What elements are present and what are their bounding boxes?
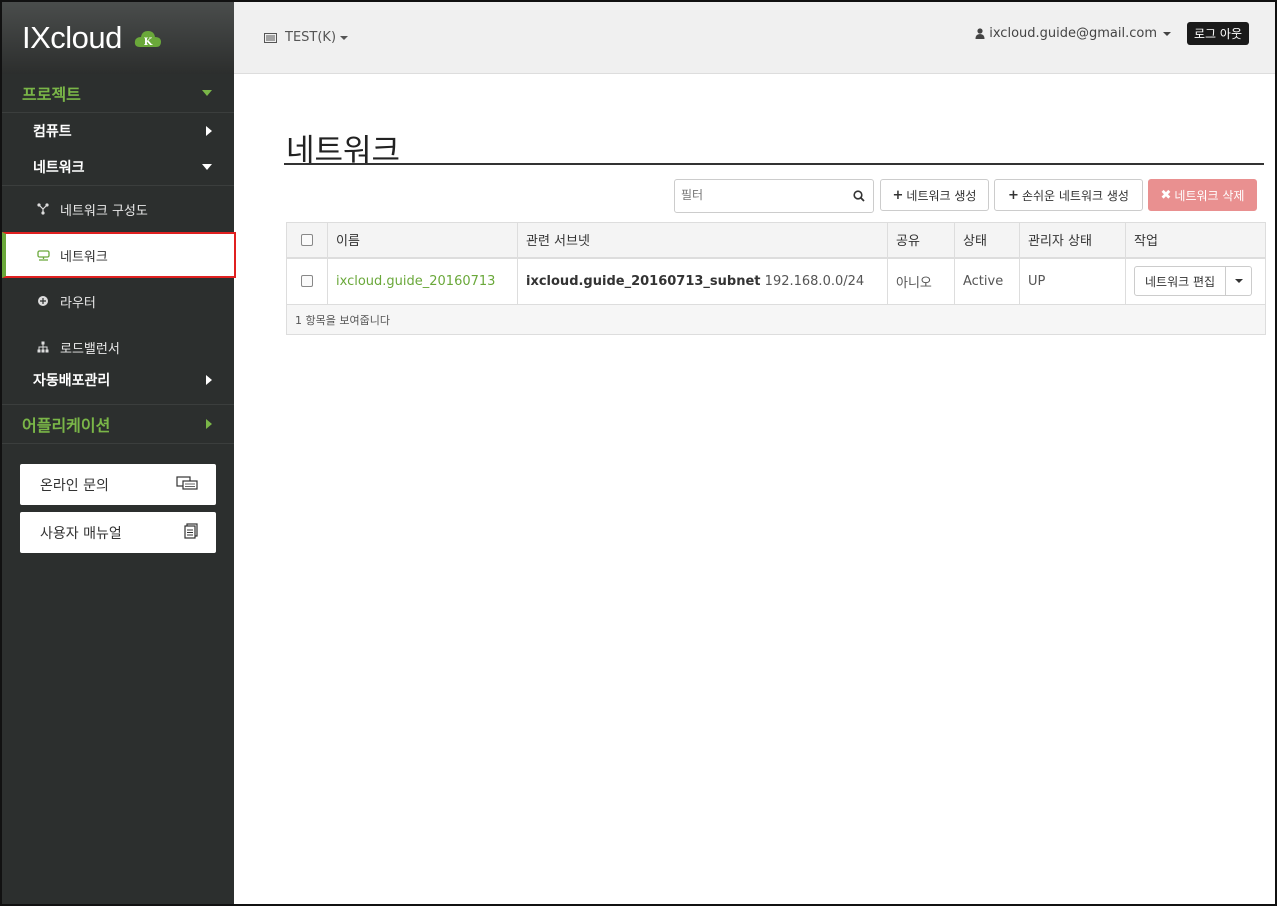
sidebar-item-label: 로드밸런서 (60, 341, 120, 357)
easy-create-network-button[interactable]: + 손쉬운 네트워크 생성 (994, 179, 1143, 211)
create-network-button[interactable]: + 네트워크 생성 (880, 179, 989, 211)
user-manual-label: 사용자 매뉴얼 (40, 525, 122, 542)
column-header-name[interactable]: 이름 (327, 222, 518, 259)
row-action-dropdown-toggle[interactable] (1226, 266, 1253, 297)
topology-icon (36, 203, 50, 215)
row-checkbox[interactable] (301, 275, 313, 288)
admin-state-cell: UP (1019, 257, 1126, 305)
subnet-cidr: 192.168.0.0/24 (764, 273, 865, 289)
app-frame: IXcloud K 프로젝트 컴퓨트 네트워크 네트워크 구성도 네트워크 라우… (0, 0, 1277, 906)
network-name-cell: ixcloud.guide_20160713 (327, 257, 518, 305)
sidebar-group-network[interactable]: 네트워크 (2, 149, 234, 185)
row-action-group: 네트워크 편집 (1134, 266, 1253, 297)
select-all-cell (286, 222, 328, 259)
plus-icon: + (892, 187, 904, 203)
main-content: 네트워크 + 네트워크 생성 + 손쉬운 네트워크 생성 ✖ 네트워크 삭제 이… (234, 75, 1275, 904)
sidebar-group-network-label: 네트워크 (33, 160, 85, 176)
chevron-down-icon (202, 164, 212, 170)
subnet-cell: ixcloud.guide_20160713_subnet 192.168.0.… (517, 257, 888, 305)
delete-network-label: 네트워크 삭제 (1174, 188, 1245, 203)
shared-cell: 아니오 (887, 257, 955, 305)
chevron-right-icon (206, 126, 212, 136)
brand-logo-text: IXcloud (22, 20, 122, 55)
table-header-row: 이름 관련 서브넷 공유 상태 관리자 상태 작업 (286, 222, 1266, 259)
close-icon: ✖ (1160, 187, 1172, 203)
sidebar-item-label: 네트워크 (60, 249, 108, 265)
sidebar-item-label: 네트워크 구성도 (60, 203, 148, 219)
table-footer-count: 1 항목을 보여줍니다 (286, 304, 1266, 335)
sidebar-group-compute-label: 컴퓨트 (33, 124, 72, 140)
table-row: ixcloud.guide_20160713 ixcloud.guide_201… (286, 257, 1266, 305)
filter-box (674, 179, 874, 213)
network-table: 이름 관련 서브넷 공유 상태 관리자 상태 작업 ixcloud.guide_… (286, 222, 1266, 335)
sidebar-section-project[interactable]: 프로젝트 (2, 74, 234, 112)
subnet-name: ixcloud.guide_20160713_subnet (526, 273, 761, 289)
select-all-checkbox[interactable] (301, 233, 313, 246)
caret-down-icon (1234, 279, 1243, 284)
row-select-cell (286, 257, 328, 305)
user-manual-button[interactable]: 사용자 매뉴얼 (20, 512, 216, 553)
project-selector[interactable]: TEST(K) (264, 30, 349, 45)
search-icon[interactable] (853, 190, 865, 206)
cloud-icon: K (134, 29, 162, 53)
chevron-right-icon (206, 419, 212, 429)
user-icon (975, 28, 985, 39)
column-header-admin-state[interactable]: 관리자 상태 (1019, 222, 1126, 259)
actions-cell: 네트워크 편집 (1125, 257, 1266, 305)
column-header-actions: 작업 (1125, 222, 1266, 259)
brand-badge: K (144, 37, 153, 48)
chevron-down-icon (202, 90, 212, 96)
filter-input[interactable] (681, 180, 841, 210)
manual-icon (184, 522, 198, 543)
logout-button[interactable]: 로그 아웃 (1187, 22, 1249, 45)
easy-create-network-label: 손쉬운 네트워크 생성 (1021, 188, 1129, 203)
user-menu[interactable]: ixcloud.guide@gmail.com (975, 26, 1172, 41)
sidebar-item-network-topology[interactable]: 네트워크 구성도 (2, 186, 234, 232)
user-area: ixcloud.guide@gmail.com 로그 아웃 (975, 22, 1249, 45)
delete-network-button[interactable]: ✖ 네트워크 삭제 (1148, 179, 1257, 211)
chat-icon (176, 475, 198, 494)
online-inquiry-label: 온라인 문의 (40, 477, 109, 494)
sidebar-group-compute[interactable]: 컴퓨트 (2, 113, 234, 149)
title-divider (284, 163, 1264, 165)
create-network-label: 네트워크 생성 (906, 188, 977, 203)
caret-down-icon (340, 35, 349, 40)
table-footer-row: 1 항목을 보여줍니다 (286, 304, 1266, 335)
sidebar-section-application-label: 어플리케이션 (22, 416, 111, 435)
sidebar-section-project-label: 프로젝트 (22, 85, 81, 104)
top-bar: TEST(K) ixcloud.guide@gmail.com 로그 아웃 (234, 2, 1275, 74)
sidebar-item-label: 라우터 (60, 295, 96, 311)
sidebar-group-auto-deploy[interactable]: 자동배포관리 (2, 362, 234, 398)
router-icon (36, 295, 50, 307)
column-header-subnet[interactable]: 관련 서브넷 (517, 222, 888, 259)
chevron-right-icon (206, 375, 212, 385)
column-header-status[interactable]: 상태 (954, 222, 1020, 259)
network-name-link[interactable]: ixcloud.guide_20160713 (336, 274, 495, 289)
status-cell: Active (954, 257, 1020, 305)
caret-down-icon (1163, 31, 1172, 36)
online-inquiry-button[interactable]: 온라인 문의 (20, 464, 216, 505)
sidebar-item-network[interactable]: 네트워크 (2, 232, 236, 278)
column-header-shared[interactable]: 공유 (887, 222, 955, 259)
plus-icon: + (1008, 187, 1019, 203)
sidebar-item-router[interactable]: 라우터 (2, 278, 234, 324)
sidebar: IXcloud K 프로젝트 컴퓨트 네트워크 네트워크 구성도 네트워크 라우… (2, 2, 236, 904)
brand[interactable]: IXcloud K (2, 2, 234, 74)
user-email: ixcloud.guide@gmail.com (989, 26, 1158, 41)
edit-network-button[interactable]: 네트워크 편집 (1134, 266, 1227, 297)
load-balancer-icon (36, 341, 50, 353)
sidebar-group-auto-deploy-label: 자동배포관리 (33, 373, 111, 389)
sidebar-section-application[interactable]: 어플리케이션 (2, 405, 234, 443)
project-icon (264, 32, 277, 43)
project-name: TEST(K) (285, 30, 337, 45)
network-icon (36, 249, 50, 261)
